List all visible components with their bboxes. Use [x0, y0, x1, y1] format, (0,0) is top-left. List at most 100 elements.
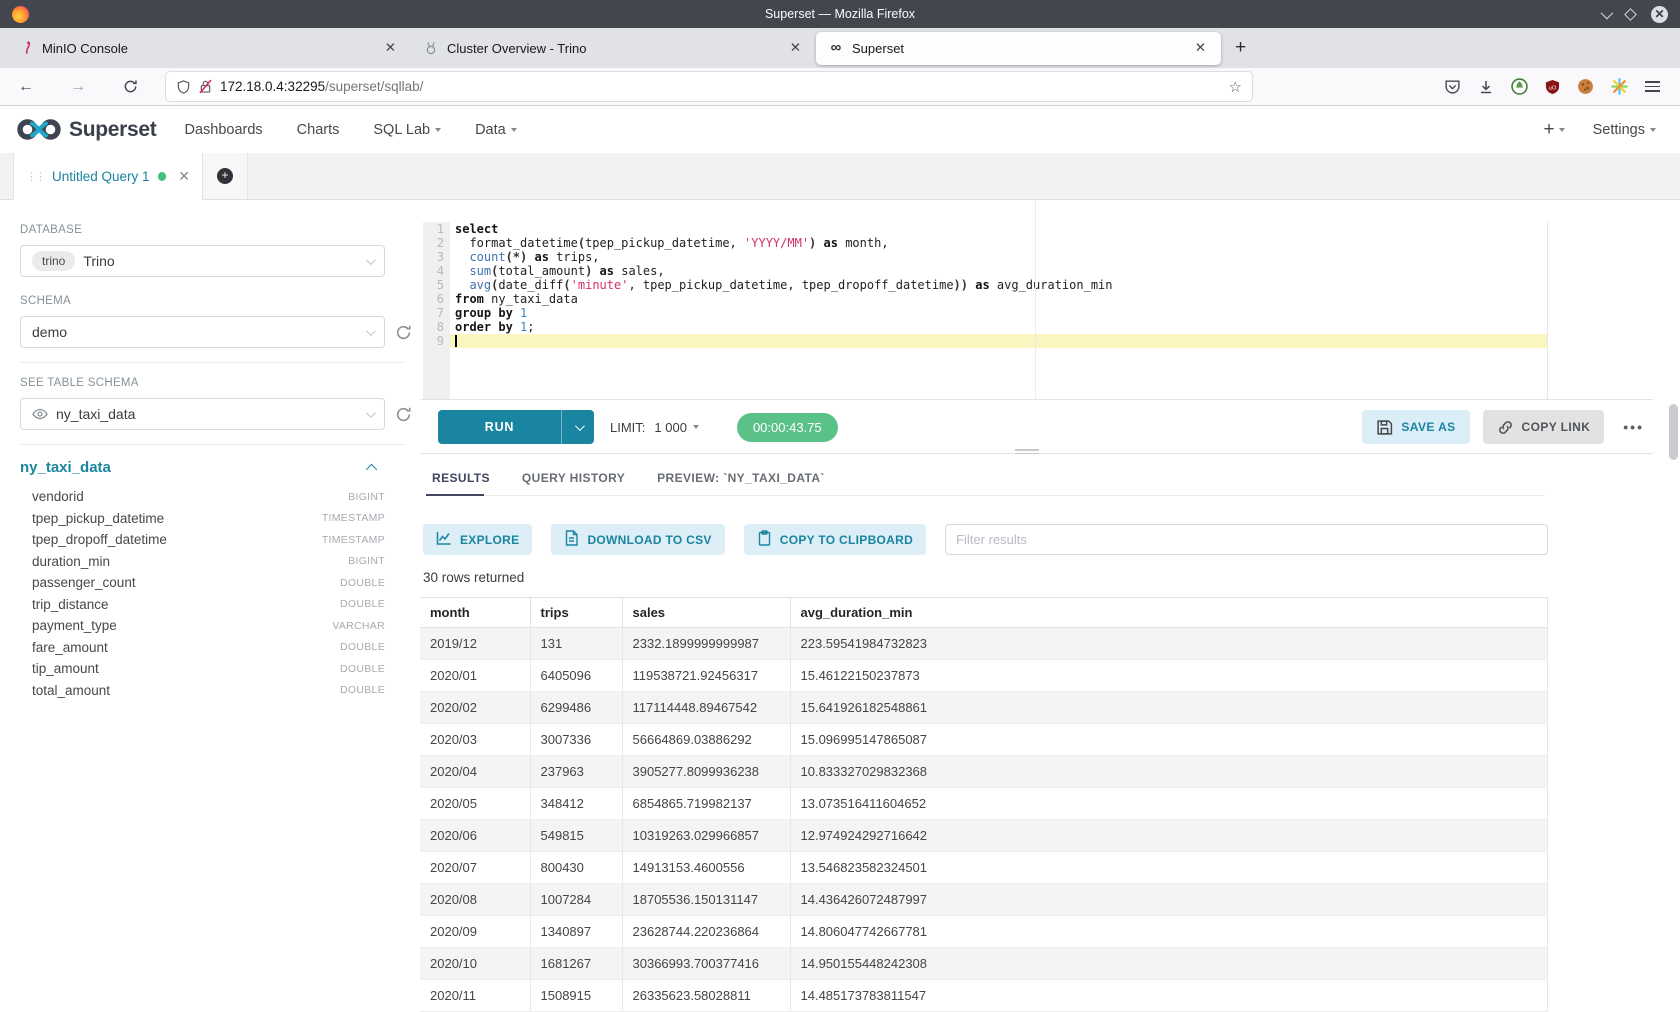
table-column-row[interactable]: trip_distance DOUBLE	[20, 594, 385, 616]
table-column-row[interactable]: fare_amount DOUBLE	[20, 637, 385, 659]
browser-tab[interactable]: Cluster Overview - Trino ✕	[411, 28, 816, 68]
window-maximize-icon[interactable]	[1624, 8, 1637, 21]
table-header-cell[interactable]: sales	[622, 598, 790, 628]
editor-line[interactable]	[450, 334, 1547, 348]
copy-to-clipboard-button[interactable]: COPY TO CLIPBOARD	[744, 524, 926, 555]
new-tab-button[interactable]: +	[1221, 37, 1260, 59]
run-options-button[interactable]	[562, 410, 594, 444]
browser-tab[interactable]: ∞ Superset ✕	[816, 32, 1221, 65]
table-column-row[interactable]: total_amount DOUBLE	[20, 680, 385, 702]
refresh-tables-button[interactable]	[395, 406, 412, 423]
filter-results-input[interactable]	[945, 524, 1548, 555]
table-column-row[interactable]: payment_type VARCHAR	[20, 615, 385, 637]
extension-sparkle-icon[interactable]	[1611, 78, 1628, 95]
table-column-row[interactable]: duration_min BIGINT	[20, 551, 385, 573]
table-column-row[interactable]: tpep_pickup_datetime TIMESTAMP	[20, 508, 385, 530]
window-close-icon[interactable]: ✕	[1651, 6, 1668, 23]
superset-logo[interactable]: Superset	[16, 116, 156, 143]
menu-hamburger-icon[interactable]	[1645, 81, 1660, 92]
table-row[interactable]: 2020/0654981510319263.02996685712.974924…	[420, 820, 1548, 852]
table-column-row[interactable]: tip_amount DOUBLE	[20, 658, 385, 680]
tab-close-icon[interactable]: ✕	[787, 40, 804, 56]
pocket-icon[interactable]	[1444, 78, 1461, 95]
window-minimize-icon[interactable]	[1601, 6, 1614, 19]
bookmark-star-icon[interactable]: ☆	[1229, 78, 1242, 96]
more-options-button[interactable]: •••	[1617, 419, 1650, 435]
collapse-chevron-up-icon[interactable]	[366, 463, 377, 474]
table-row[interactable]: 2020/09134089723628744.22023686414.80604…	[420, 916, 1548, 948]
schema-select[interactable]: demo	[20, 316, 385, 348]
table-column-row[interactable]: passenger_count DOUBLE	[20, 572, 385, 594]
svg-text:uO: uO	[1549, 85, 1557, 91]
run-label[interactable]: RUN	[438, 410, 562, 444]
drag-handle-icon[interactable]: ⋮⋮	[26, 172, 44, 182]
results-tab[interactable]: QUERY HISTORY	[522, 471, 625, 495]
lock-insecure-icon[interactable]	[199, 79, 212, 94]
results-tab[interactable]: RESULTS	[432, 471, 490, 495]
database-select[interactable]: trino Trino	[20, 245, 385, 277]
table-row[interactable]: 2019/121312332.1899999999987223.59541984…	[420, 628, 1548, 660]
table-column-row[interactable]: vendorid BIGINT	[20, 486, 385, 508]
tab-close-icon[interactable]: ✕	[1192, 40, 1209, 56]
url-bar[interactable]: 172.18.0.4:32295/superset/sqllab/ ☆	[166, 72, 1252, 101]
tab-close-icon[interactable]: ✕	[382, 40, 399, 56]
limit-dropdown[interactable]: LIMIT:1 000	[610, 420, 699, 435]
scrollbar-thumb[interactable]	[1669, 404, 1678, 460]
editor-line[interactable]: avg(date_diff('minute', tpep_pickup_date…	[455, 278, 1547, 292]
table-row[interactable]: 2020/053484126854865.71998213713.0735164…	[420, 788, 1548, 820]
nav-item-data[interactable]: Data	[475, 122, 517, 138]
table-select[interactable]: ny_taxi_data	[20, 398, 385, 430]
editor-code[interactable]: select format_datetime(tpep_pickup_datet…	[450, 222, 1547, 399]
gutter-line-number: 8	[423, 320, 444, 334]
reload-button[interactable]	[118, 79, 142, 94]
settings-menu[interactable]: Settings	[1593, 122, 1656, 138]
editor-line[interactable]: from ny_taxi_data	[455, 292, 1547, 306]
table-header-cell[interactable]: trips	[530, 598, 622, 628]
table-row[interactable]: 2020/11150891526335623.5802881114.485173…	[420, 980, 1548, 1012]
nav-item-dashboards[interactable]: Dashboards	[184, 122, 262, 138]
table-row[interactable]: 2020/042379633905277.809993623810.833327…	[420, 756, 1548, 788]
run-button[interactable]: RUN	[438, 410, 594, 444]
cookie-icon[interactable]	[1577, 78, 1594, 95]
forward-button[interactable]: →	[66, 78, 90, 96]
new-item-button[interactable]: +	[1543, 119, 1564, 141]
chevron-down-icon	[366, 255, 376, 265]
sql-editor[interactable]: 123456789 select format_datetime(tpep_pi…	[420, 200, 1653, 400]
query-tab-close-icon[interactable]: ✕	[178, 168, 190, 185]
save-as-button[interactable]: SAVE AS	[1362, 410, 1469, 444]
shield-icon[interactable]	[176, 79, 191, 95]
table-header-cell[interactable]: avg_duration_min	[790, 598, 1548, 628]
table-row[interactable]: 2020/03300733656664869.0388629215.096995…	[420, 724, 1548, 756]
explore-button[interactable]: EXPLORE	[423, 524, 532, 555]
table-column-row[interactable]: tpep_dropoff_datetime TIMESTAMP	[20, 529, 385, 551]
table-row[interactable]: 2020/026299486117114448.8946754215.64192…	[420, 692, 1548, 724]
editor-line[interactable]: select	[455, 222, 1547, 236]
editor-line[interactable]: count(*) as trips,	[455, 250, 1547, 264]
ublock-icon[interactable]: uO	[1545, 79, 1560, 95]
editor-line[interactable]: group by 1	[455, 306, 1547, 320]
table-row[interactable]: 2020/016405096119538721.9245631715.46122…	[420, 660, 1548, 692]
add-query-tab-button[interactable]: +	[203, 153, 248, 199]
table-schema-title[interactable]: ny_taxi_data	[20, 459, 111, 476]
table-row[interactable]: 2020/08100728418705536.15013114714.43642…	[420, 884, 1548, 916]
download-icon[interactable]	[1478, 79, 1494, 95]
back-button[interactable]: ←	[14, 78, 38, 96]
browser-tab[interactable]: MinIO Console ✕	[6, 28, 411, 68]
query-tab[interactable]: ⋮⋮ Untitled Query 1 ✕	[13, 153, 203, 200]
table-row[interactable]: 2020/10168126730366993.70037741614.95015…	[420, 948, 1548, 980]
pane-drag-handle[interactable]	[1015, 449, 1039, 454]
nav-item-sql-lab[interactable]: SQL Lab	[373, 122, 441, 138]
privacy-badger-icon[interactable]	[1511, 78, 1528, 95]
editor-line[interactable]: format_datetime(tpep_pickup_datetime, 'Y…	[455, 236, 1547, 250]
nav-item-charts[interactable]: Charts	[297, 122, 340, 138]
editor-line[interactable]: sum(total_amount) as sales,	[455, 264, 1547, 278]
refresh-schemas-button[interactable]	[395, 324, 412, 341]
results-tab[interactable]: PREVIEW: `NY_TAXI_DATA`	[657, 471, 825, 495]
editor-line[interactable]: order by 1;	[455, 320, 1547, 334]
copy-link-button[interactable]: COPY LINK	[1483, 410, 1605, 444]
results-table: monthtripssalesavg_duration_min 2019/121…	[420, 597, 1548, 1012]
url-text[interactable]: 172.18.0.4:32295/superset/sqllab/	[220, 79, 1221, 94]
download-to-csv-button[interactable]: DOWNLOAD TO CSV	[551, 524, 724, 555]
table-row[interactable]: 2020/0780043014913153.460055613.54682358…	[420, 852, 1548, 884]
table-header-cell[interactable]: month	[420, 598, 530, 628]
